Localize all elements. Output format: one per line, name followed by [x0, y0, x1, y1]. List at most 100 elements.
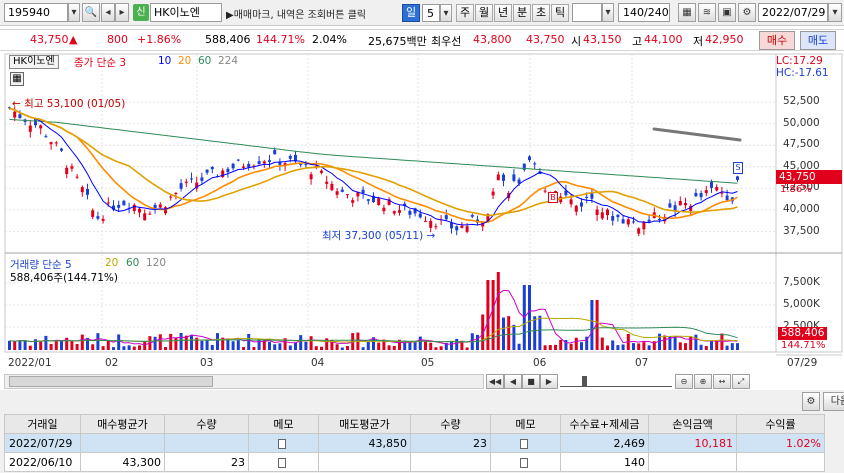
open-price: 43,150: [583, 33, 622, 46]
date-tick: 05: [421, 357, 435, 369]
ma-legend-close: 종가 단순 3: [74, 57, 126, 69]
col-return: 수익률: [736, 414, 825, 434]
trade-volume: 588,406: [205, 33, 251, 46]
memo-icon[interactable]: [490, 452, 561, 472]
price-tick: 50,000: [783, 116, 820, 129]
zoom-reset-icon[interactable]: ↔: [713, 374, 731, 389]
table-row[interactable]: 2022/07/29 43,850 23 2,469 10,181 1.02%: [4, 433, 825, 453]
price-tick: 52,500: [783, 95, 820, 107]
ma-legend-20: 20: [178, 55, 192, 67]
row-sell-qty: 23: [410, 433, 491, 453]
grid-icon[interactable]: ▦: [678, 3, 696, 22]
col-buy-avg: 매수평균가: [80, 414, 165, 434]
volume-legend-20: 20: [105, 257, 119, 269]
high-label: 고: [632, 35, 643, 48]
toolbar: 195940 ▾ 🔍 ◂ ▸ 신 HK이노엔 ▶매매마크, 내역은 조회버튼 클…: [0, 0, 844, 26]
compare-icon[interactable]: ≋: [698, 3, 716, 22]
row-date: 2022/06/10: [4, 452, 81, 472]
chart-scrollbar[interactable]: [4, 374, 484, 389]
period-minute[interactable]: 분: [513, 4, 531, 22]
period-count[interactable]: 5: [422, 4, 440, 22]
col-sell-qty: 수량: [410, 414, 491, 434]
settings-icon[interactable]: ⚙: [738, 3, 756, 22]
sell-button[interactable]: 매도: [800, 31, 836, 50]
col-buy-qty: 수량: [164, 414, 249, 434]
stock-code-input[interactable]: 195940: [4, 3, 68, 22]
period-month[interactable]: 월: [475, 4, 493, 22]
col-trade-date: 거래일: [4, 414, 81, 434]
ma-legend-60: 60: [198, 55, 212, 67]
stock-name-field: HK이노엔: [150, 3, 222, 22]
memo-icon[interactable]: [248, 433, 319, 453]
date-input[interactable]: 2022/07/29: [758, 3, 828, 22]
memo-icon[interactable]: [490, 433, 561, 453]
row-profit: [648, 452, 737, 472]
scroll-next-icon[interactable]: ▶: [540, 374, 558, 389]
search-icon[interactable]: 🔍: [82, 3, 100, 22]
save-icon[interactable]: ▣: [718, 3, 736, 22]
tick-dropdown-icon[interactable]: ▾: [602, 3, 614, 22]
date-tick: 02: [105, 357, 119, 369]
change-percent: +1.86%: [137, 33, 182, 46]
zoom-in-icon[interactable]: ⊕: [694, 374, 712, 389]
sell-marker[interactable]: S: [733, 162, 743, 174]
row-sell-qty: [410, 452, 491, 472]
period-year[interactable]: 년: [494, 4, 512, 22]
panel-settings-icon[interactable]: ⚙: [802, 392, 820, 411]
hc-value: HC:-17.61: [776, 67, 829, 79]
row-return: [736, 452, 825, 472]
col-sell-avg: 매도평균가: [318, 414, 411, 434]
high-annotation: ← 최고 53,100 (01/05): [12, 98, 126, 110]
scroll-stop-icon[interactable]: ■: [522, 374, 540, 389]
volume-current-tag: 588,406: [778, 327, 828, 340]
buy-button[interactable]: 매수: [759, 31, 795, 50]
zoom-slider[interactable]: [560, 376, 672, 387]
scroll-thumb[interactable]: [9, 376, 213, 387]
volume-pct-tag: 144.71%: [781, 340, 826, 351]
lc-value: LC:17.29: [776, 55, 823, 67]
scroll-first-icon[interactable]: ◀◀: [486, 374, 504, 389]
trade-amount: 25,675백만: [368, 35, 427, 48]
volume-legend-60: 60: [126, 257, 140, 269]
credit-badge: 신: [133, 4, 149, 21]
chart-legend-name[interactable]: HK이노엔: [9, 55, 59, 69]
period-dropdown-icon[interactable]: ▾: [440, 4, 452, 22]
row-date: 2022/07/29: [4, 433, 81, 453]
period-tick[interactable]: 틱: [551, 4, 569, 22]
col-buy-memo: 메모: [248, 414, 319, 434]
volume-legend-120: 120: [146, 257, 167, 269]
row-buy-qty: [164, 433, 249, 453]
tick-value-input[interactable]: [572, 3, 602, 22]
next-stock-icon[interactable]: ▸: [115, 3, 129, 22]
prev-stock-icon[interactable]: ◂: [101, 3, 115, 22]
price-tick: 40,000: [783, 203, 820, 215]
row-buy-avg: [80, 433, 165, 453]
buy-marker[interactable]: B: [548, 192, 558, 203]
trade-history-table: 거래일 매수평균가 수량 메모 매도평균가 수량 메모 수수료+제세금 손익금액…: [4, 414, 825, 472]
stock-chart[interactable]: HK이노엔 종가 단순 3 10 20 60 224 ▦ LC:17.29 HC…: [0, 52, 844, 374]
period-day[interactable]: 일: [402, 4, 420, 22]
scroll-prev-icon[interactable]: ◀: [504, 374, 522, 389]
quote-bar: 43,750 ▲ 800 +1.86% 588,406 144.71% 2.04…: [0, 29, 844, 51]
next-button[interactable]: 다음: [823, 392, 844, 411]
best-ask: 43,800: [473, 33, 512, 46]
period-second[interactable]: 초: [532, 4, 550, 22]
zoom-fit-icon[interactable]: ⤢: [732, 374, 750, 389]
col-profit: 손익금액: [648, 414, 737, 434]
calendar-icon[interactable]: ▾: [828, 3, 842, 22]
volume-tick: 7,500K: [783, 276, 820, 288]
date-tick: 03: [200, 357, 214, 369]
open-label: 시: [571, 35, 582, 48]
row-buy-avg: 43,300: [80, 452, 165, 472]
volume-value: 588,406주(144.71%): [10, 272, 118, 284]
data-count-field[interactable]: 140/240: [618, 3, 670, 22]
memo-icon[interactable]: [248, 452, 319, 472]
zoom-out-icon[interactable]: ⊖: [675, 374, 693, 389]
date-tick: 04: [311, 357, 325, 369]
code-dropdown-icon[interactable]: ▾: [68, 3, 80, 22]
row-profit: 10,181: [648, 433, 737, 453]
table-row[interactable]: 2022/06/10 43,300 23 140: [4, 452, 825, 472]
row-sell-avg: [318, 452, 411, 472]
chart-calc-icon[interactable]: ▦: [10, 72, 24, 86]
period-week[interactable]: 주: [456, 4, 474, 22]
